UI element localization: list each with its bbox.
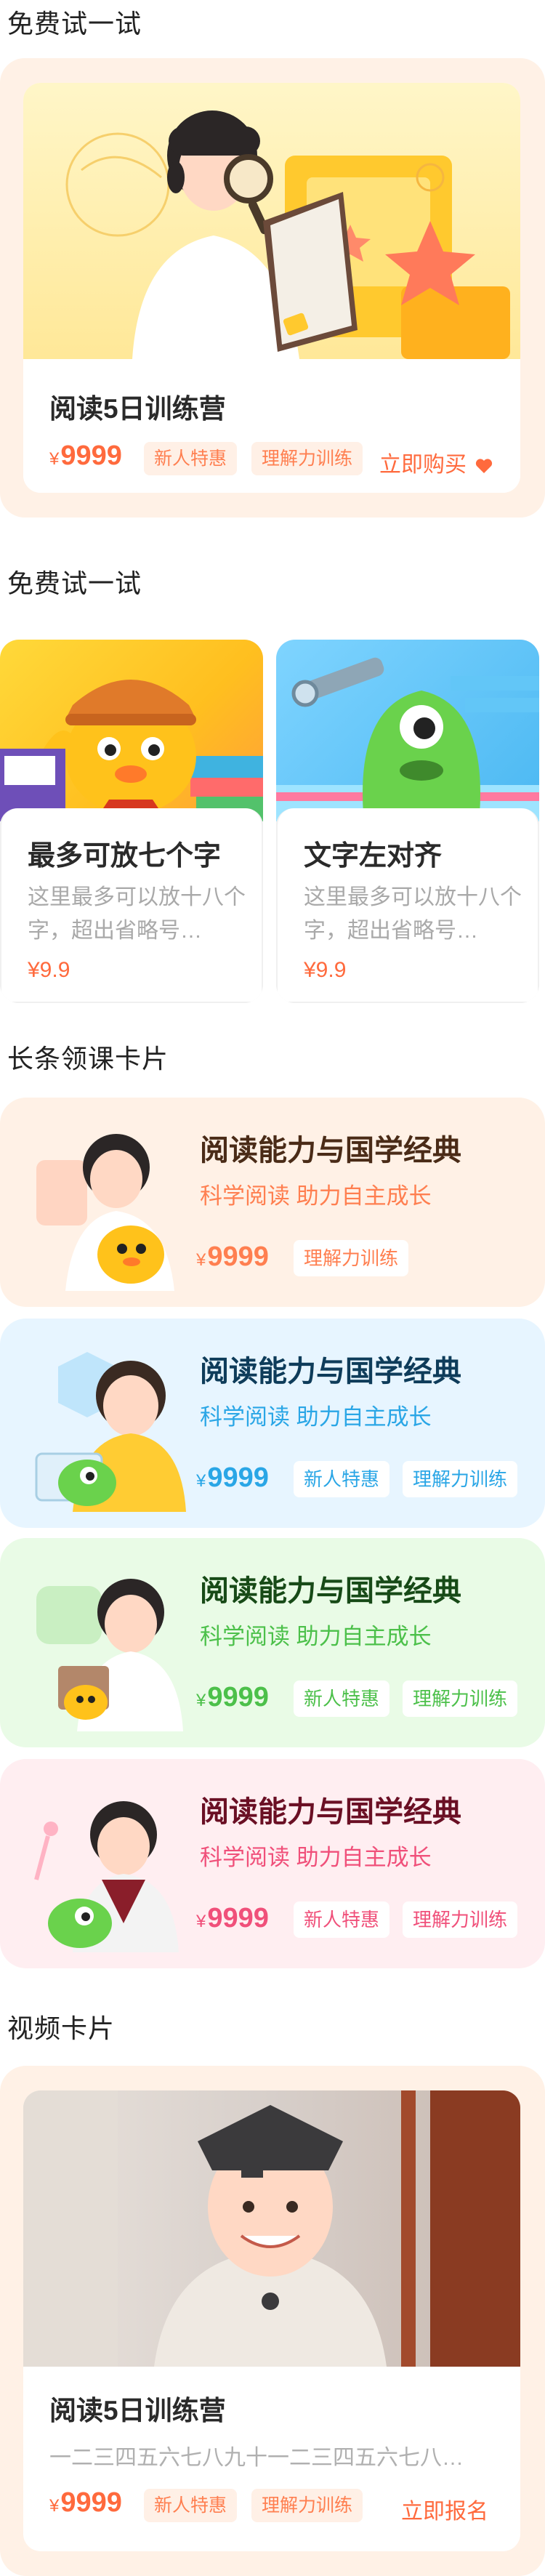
course-price: ¥9999 (49, 440, 122, 472)
long-course-price: ¥9999 (196, 1462, 269, 1494)
teacher-avatar (34, 1801, 179, 1952)
teacher-avatar (35, 1352, 186, 1512)
tag-comprehension-training: 理解力训练 (251, 442, 363, 475)
long-course-subtitle: 科学阅读 助力自主成长 (200, 1404, 432, 1430)
mini-course-card[interactable]: 文字左对齐 这里最多可以放十八个字，超出省略号… ¥9.9 (276, 640, 539, 1003)
tag-new-user-offer: 新人特惠 (144, 2489, 238, 2522)
long-course-price: ¥9999 (196, 1241, 269, 1273)
long-course-title: 阅读能力与国学经典 (200, 1575, 461, 1607)
video-course-price: ¥9999 (49, 2487, 122, 2519)
currency-symbol: ¥ (196, 1691, 206, 1710)
long-course-subtitle: 科学阅读 助力自主成长 (200, 1624, 432, 1649)
long-course-title: 阅读能力与国学经典 (200, 1796, 461, 1828)
course-title: 阅读5日训练营 (49, 394, 226, 424)
mini-course-title: 最多可放七个字 (28, 841, 222, 872)
tag-comprehension-training: 理解力训练 (403, 1901, 518, 1938)
price-value: 9999 (60, 440, 122, 471)
mini-course-illustration (276, 640, 539, 821)
teacher-avatar (36, 1134, 174, 1291)
mini-course-info: 文字左对齐 这里最多可以放十八个字，超出省略号… ¥9.9 (276, 808, 539, 1003)
long-course-title: 阅读能力与国学经典 (200, 1356, 461, 1388)
teacher-avatar (36, 1579, 183, 1731)
mini-course-price: ¥9.9 (28, 958, 70, 982)
long-course-card[interactable]: 阅读能力与国学经典 科学阅读 助力自主成长 ¥9999 新人特惠 理解力训练 (0, 1319, 545, 1528)
price-value: 9999 (207, 1903, 269, 1933)
price-value: 9999 (207, 1241, 269, 1272)
tag-comprehension-training: 理解力训练 (294, 1240, 409, 1276)
trial-course-info: 阅读5日训练营 ¥9999 新人特惠 理解力训练 立即购买 (23, 359, 520, 493)
trial-course-card[interactable]: 阅读5日训练营 ¥9999 新人特惠 理解力训练 立即购买 (0, 58, 545, 518)
heart-icon (476, 459, 493, 474)
price-value: 9999 (207, 1682, 269, 1712)
long-course-price: ¥9999 (196, 1903, 269, 1934)
cartoon-chick-illustration (0, 680, 263, 821)
long-course-subtitle: 科学阅读 助力自主成长 (200, 1183, 432, 1209)
section-title-free-trial-2: 免费试一试 (7, 568, 142, 598)
currency-symbol: ¥ (196, 1250, 206, 1270)
section-title-video-card: 视频卡片 (7, 2013, 116, 2043)
video-course-card-inner[interactable]: 阅读5日训练营 一二三四五六七八九十一二三四五六七八… ¥9999 新人特惠 理… (23, 2090, 520, 2551)
video-course-desc: 一二三四五六七八九十一二三四五六七八… (49, 2446, 464, 2470)
buy-now-label: 立即购买 (379, 453, 467, 477)
mini-course-price: ¥9.9 (304, 958, 347, 982)
tag-new-user-offer: 新人特惠 (144, 442, 238, 475)
mini-course-desc: 这里最多可以放十八个字，超出省略号… (304, 885, 522, 943)
long-course-price: ¥9999 (196, 1682, 269, 1713)
video-thumbnail[interactable] (23, 2090, 520, 2367)
mini-course-illustration (0, 640, 263, 821)
boy-scholar-photo (23, 2090, 520, 2367)
green-monster-telescope-illustration (276, 657, 539, 821)
girl-reading-illustration (65, 110, 510, 359)
mini-course-info: 最多可放七个字 这里最多可以放十八个字，超出省略号… ¥9.9 (0, 808, 263, 1003)
enroll-now-button[interactable]: 立即报名 (401, 2493, 488, 2525)
tag-comprehension-training: 理解力训练 (403, 1681, 518, 1717)
buy-now-button[interactable]: 立即购买 (379, 446, 493, 478)
long-course-card[interactable]: 阅读能力与国学经典 科学阅读 助力自主成长 ¥9999 理解力训练 (0, 1098, 545, 1307)
price-value: 9999 (60, 2487, 122, 2518)
long-course-subtitle: 科学阅读 助力自主成长 (200, 1845, 432, 1870)
long-course-card[interactable]: 阅读能力与国学经典 科学阅读 助力自主成长 ¥9999 新人特惠 理解力训练 (0, 1538, 545, 1747)
section-title-long-cards: 长条领课卡片 (7, 1044, 169, 1074)
price-value: 9999 (207, 1462, 269, 1493)
tag-new-user-offer: 新人特惠 (294, 1901, 390, 1938)
mini-course-desc: 这里最多可以放十八个字，超出省略号… (28, 885, 246, 943)
tag-comprehension-training: 理解力训练 (251, 2489, 363, 2522)
tag-new-user-offer: 新人特惠 (294, 1461, 390, 1497)
video-course-card[interactable]: 阅读5日训练营 一二三四五六七八九十一二三四五六七八… ¥9999 新人特惠 理… (0, 2066, 545, 2576)
mini-course-card[interactable]: 最多可放七个字 这里最多可以放十八个字，超出省略号… ¥9.9 (0, 640, 263, 1003)
currency-symbol: ¥ (49, 2496, 60, 2516)
trial-course-illustration (23, 83, 520, 359)
tag-comprehension-training: 理解力训练 (403, 1461, 518, 1497)
long-course-title: 阅读能力与国学经典 (200, 1135, 461, 1167)
video-course-title: 阅读5日训练营 (49, 2396, 226, 2426)
mini-course-title: 文字左对齐 (304, 841, 443, 872)
currency-symbol: ¥ (196, 1912, 206, 1931)
trial-course-card-inner[interactable]: 阅读5日训练营 ¥9999 新人特惠 理解力训练 立即购买 (23, 83, 520, 493)
currency-symbol: ¥ (49, 449, 60, 469)
long-course-card[interactable]: 阅读能力与国学经典 科学阅读 助力自主成长 ¥9999 新人特惠 理解力训练 (0, 1759, 545, 1968)
tag-new-user-offer: 新人特惠 (294, 1681, 390, 1717)
section-title-free-trial: 免费试一试 (7, 9, 142, 39)
currency-symbol: ¥ (196, 1471, 206, 1491)
